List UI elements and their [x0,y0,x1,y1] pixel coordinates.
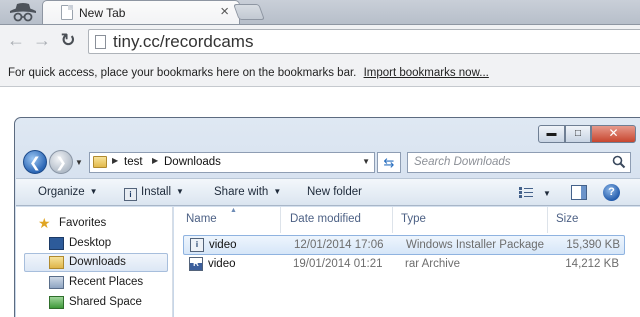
organize-label: Organize [38,186,85,198]
command-bar: Organize ▼ i Install ▼ Share with ▼ New fold… [16,178,640,206]
browser-toolbar: ← → ↻ tiny.cc/recordcams [0,24,640,57]
installer-package-icon: i [190,238,204,252]
nav-favorites[interactable]: ★ Favorites [16,214,173,234]
chevron-down-icon: ▼ [89,187,98,196]
address-bar[interactable]: ▶ test ▶ Downloads ▼ [89,152,375,173]
bookmarks-bar: For quick access, place your bookmarks h… [0,57,640,87]
file-date: 12/01/2014 17:06 [294,239,384,251]
table-row[interactable]: R video 19/01/2014 01:21 rar Archive 14,… [183,255,625,275]
breadcrumb-downloads[interactable]: Downloads [164,156,221,168]
column-size[interactable]: Size [548,207,638,233]
help-icon[interactable]: ? [603,184,620,201]
column-name-label: Name [186,213,217,225]
refresh-button[interactable]: ⇆ [377,152,401,173]
file-list: ▲ Name Date modified Type Size i video 1… [174,207,640,317]
close-button[interactable]: ✕ [591,125,636,143]
column-size-label: Size [556,213,579,225]
search-icon[interactable] [612,155,626,169]
nav-downloads-label: Downloads [69,256,126,268]
install-label: Install [141,186,172,198]
view-options-dropdown-icon[interactable]: ▼ [543,189,551,198]
tab-strip: New Tab × [0,0,640,25]
explorer-window: ▬ □ ✕ ❮ ❯ ▼ ▶ test ▶ Downloads ▼ ⇆ Searc… [14,117,640,317]
forward-button[interactable]: ❯ [49,150,73,174]
nav-desktop-label: Desktop [69,237,112,249]
back-arrow-icon[interactable]: ← [6,30,26,50]
new-tab-button[interactable] [233,4,265,20]
column-type-label: Type [401,213,426,225]
preview-pane-icon[interactable] [571,185,587,200]
shared-space-icon [49,296,64,309]
file-type: Windows Installer Package [406,239,545,251]
tab-title: New Tab [79,6,126,20]
column-type[interactable]: Type [393,207,545,233]
reload-icon[interactable]: ↻ [58,30,78,50]
window-controls: ▬ □ ✕ [538,125,636,143]
recent-pages-dropdown-icon[interactable]: ▼ [75,158,83,167]
column-date-modified[interactable]: Date modified [281,207,390,233]
share-with-label: Share with [214,186,269,198]
maximize-button[interactable]: □ [565,125,591,143]
column-date-label: Date modified [290,213,361,225]
new-folder-button[interactable]: New folder [307,186,362,198]
forward-arrow-icon[interactable]: → [32,30,52,50]
table-row[interactable]: i video 12/01/2014 17:06 Windows Install… [183,235,625,255]
recent-places-icon [49,276,64,289]
minimize-button[interactable]: ▬ [538,125,565,143]
page-icon [95,35,106,49]
tab-new-tab[interactable]: New Tab × [42,0,240,25]
omnibox-url[interactable]: tiny.cc/recordcams [113,32,253,52]
nav-shared-space[interactable]: Shared Space [16,293,173,313]
file-size: 15,390 KB [566,239,620,251]
folder-icon [93,156,107,168]
nav-desktop[interactable]: Desktop [16,234,173,254]
nav-recent-places[interactable]: Recent Places [16,273,173,293]
back-button[interactable]: ❮ [23,150,47,174]
rar-archive-icon: R [189,257,203,271]
nav-favorites-label: Favorites [59,217,107,229]
bookmarks-bar-message: For quick access, place your bookmarks h… [8,67,357,79]
file-size: 14,212 KB [565,258,619,270]
install-button[interactable]: i Install ▼ [124,186,184,201]
change-view-icon[interactable] [519,187,533,198]
nav-shared-space-label: Shared Space [69,296,142,308]
address-dropdown-icon[interactable]: ▼ [362,157,370,166]
import-bookmarks-link[interactable]: Import bookmarks now... [364,67,489,79]
chevron-down-icon: ▼ [273,187,282,196]
search-box[interactable]: Search Downloads [407,152,631,173]
breadcrumb-test[interactable]: test [124,156,143,168]
column-name[interactable]: Name [174,207,278,233]
file-type: rar Archive [405,258,460,270]
downloads-folder-icon [49,256,64,269]
installer-icon: i [124,188,137,201]
breadcrumb-arrow-icon[interactable]: ▶ [112,156,118,165]
nav-downloads[interactable]: Downloads [16,253,173,273]
navigation-pane: ★ Favorites Desktop Downloads Recent Pla… [16,207,173,317]
incognito-spy-icon [10,3,36,22]
tab-close-icon[interactable]: × [220,3,229,21]
file-name: video [208,258,236,270]
nav-recent-places-label: Recent Places [69,276,144,288]
page-favicon-icon [61,5,73,20]
breadcrumb-arrow-icon[interactable]: ▶ [152,156,158,165]
file-date: 19/01/2014 01:21 [293,258,383,270]
organize-button[interactable]: Organize ▼ [38,186,98,198]
share-with-button[interactable]: Share with ▼ [214,186,281,198]
search-placeholder[interactable]: Search Downloads [414,156,511,168]
star-icon: ★ [38,215,51,231]
chevron-down-icon: ▼ [176,187,184,196]
file-name: video [209,239,237,251]
omnibox[interactable]: tiny.cc/recordcams [88,29,640,54]
desktop-icon [49,237,64,250]
